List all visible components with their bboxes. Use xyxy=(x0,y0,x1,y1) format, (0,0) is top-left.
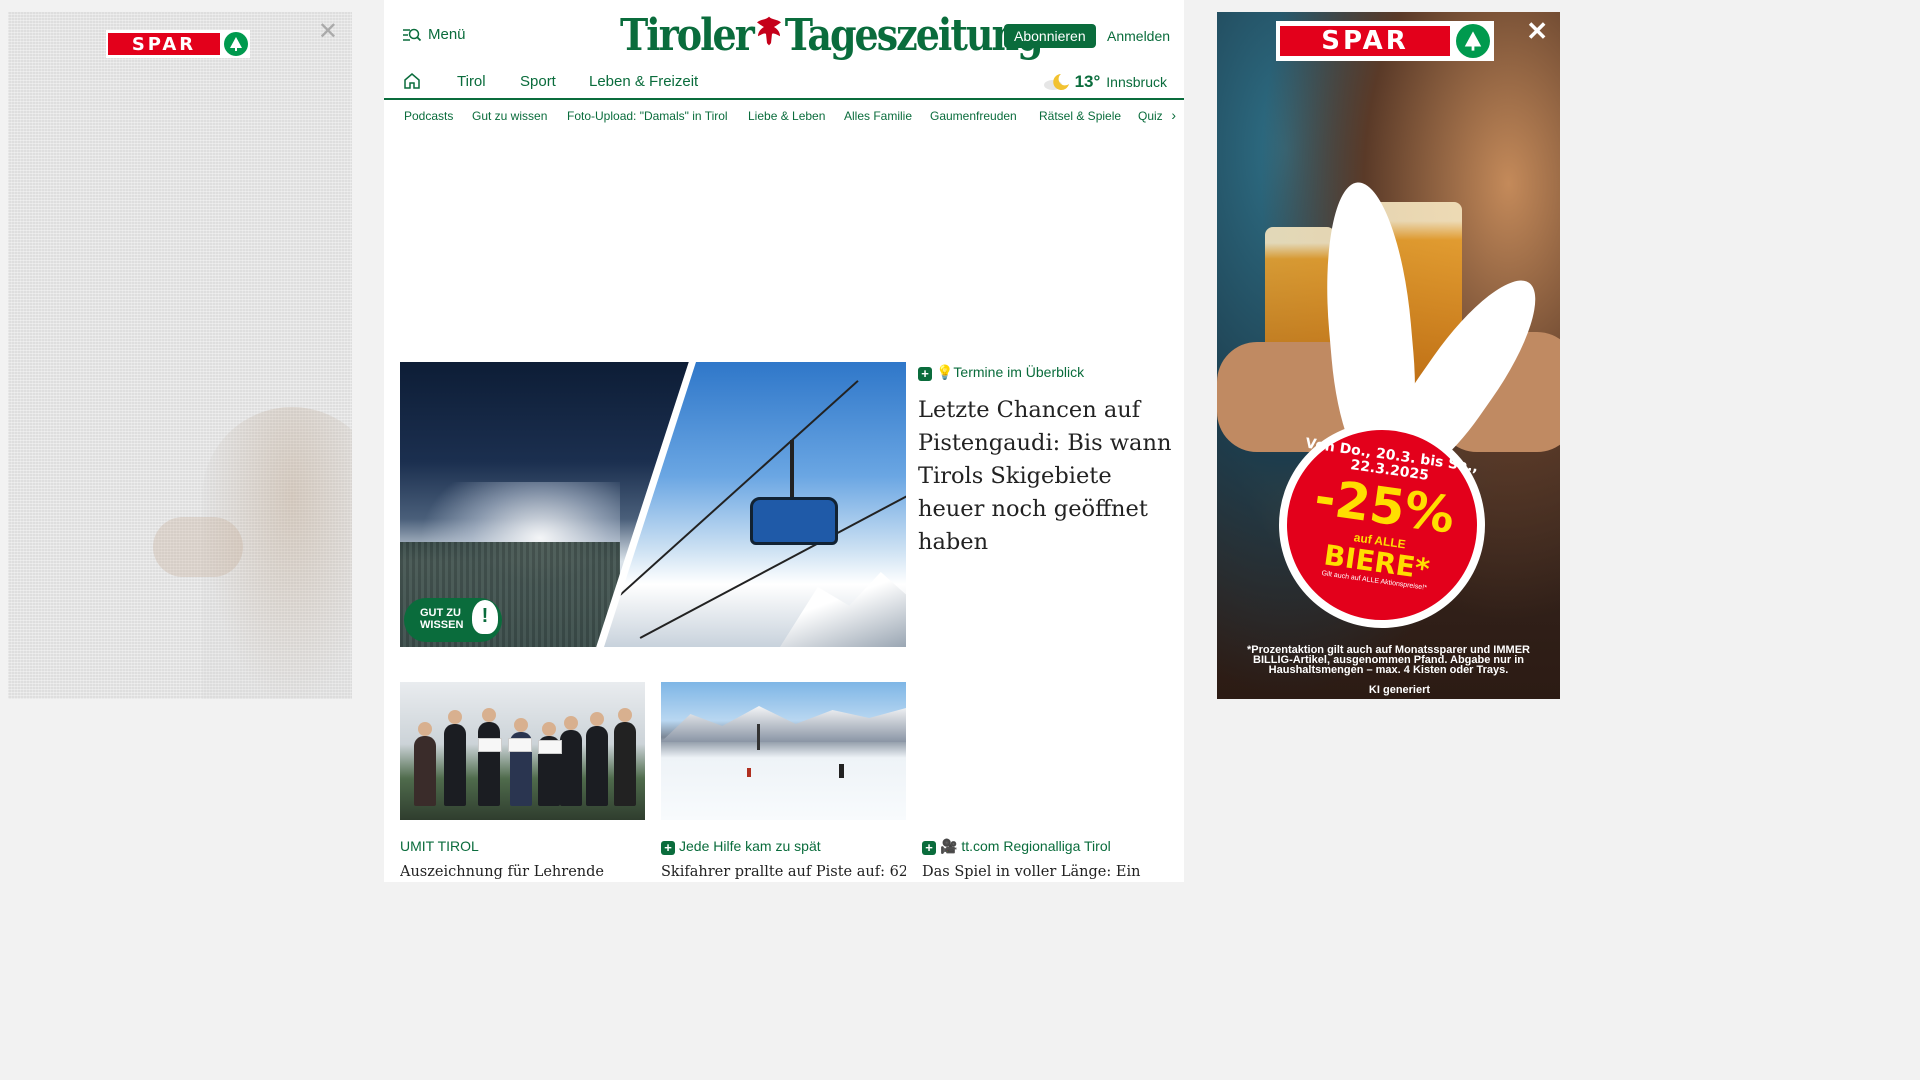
main-nav: Tirol Sport Leben & Freizeit 13° Innsbru… xyxy=(384,68,1184,100)
moon-cloud-icon xyxy=(1043,74,1069,90)
weather-city: Innsbruck xyxy=(1106,74,1167,90)
lightbulb-icon: ! xyxy=(472,600,498,634)
spar-brand-text: SPAR xyxy=(108,33,220,55)
menu-button[interactable]: Menü xyxy=(402,26,466,43)
weather-temperature: 13° xyxy=(1074,72,1101,91)
nav-item-leben-freizeit[interactable]: Leben & Freizeit xyxy=(589,73,698,90)
hero-image[interactable]: GUT ZU WISSEN ! xyxy=(400,362,906,647)
spar-brand-text: SPAR xyxy=(1280,26,1450,56)
menu-search-icon xyxy=(403,28,422,41)
spar-logo: SPAR xyxy=(1276,21,1494,61)
spar-logo: SPAR xyxy=(106,30,250,58)
card-title-1[interactable]: Auszeichnung für Lehrende xyxy=(400,864,645,880)
card-image-ski-slope[interactable] xyxy=(661,682,906,820)
card-kicker-3[interactable]: + 🎥 tt.com Regionalliga Tirol xyxy=(922,838,1111,855)
spar-tree-icon xyxy=(1456,24,1490,58)
card-image-award[interactable] xyxy=(400,682,645,820)
subnav-item-liebe-leben[interactable]: Liebe & Leben xyxy=(748,109,825,123)
header: Menü Tiroler Tageszeitung Abonnieren Anm… xyxy=(384,0,1184,68)
card-kicker-3-text: 🎥 tt.com Regionalliga Tirol xyxy=(940,838,1111,854)
left-ad-banner[interactable]: SPAR ✕ xyxy=(8,12,352,699)
subnav-item-quiz[interactable]: Quiz xyxy=(1138,109,1163,123)
subnav-item-raetsel-spiele[interactable]: Rätsel & Spiele xyxy=(1039,109,1121,123)
home-icon[interactable] xyxy=(403,72,421,95)
logo-text-left: Tiroler xyxy=(620,8,755,61)
card-kicker-1[interactable]: UMIT TIROL xyxy=(400,838,479,854)
premium-plus-icon: + xyxy=(661,841,675,855)
ad-background-hand xyxy=(153,517,243,577)
nav-item-sport[interactable]: Sport xyxy=(520,73,556,90)
ai-generated-label: KI generiert xyxy=(1368,684,1431,696)
premium-plus-icon: + xyxy=(922,841,936,855)
weather-widget[interactable]: 13° Innsbruck xyxy=(1043,72,1167,92)
card-title-3[interactable]: Das Spiel in voller Länge: Ein xyxy=(922,864,1172,880)
subnav-item-gaumenfreuden[interactable]: Gaumenfreuden xyxy=(930,109,1017,123)
subnav-item-podcasts[interactable]: Podcasts xyxy=(404,109,453,123)
chevron-right-icon[interactable]: › xyxy=(1171,107,1176,123)
chairlift-seat xyxy=(750,497,838,545)
subscribe-button[interactable]: Abonnieren xyxy=(1004,24,1096,48)
card-title-2[interactable]: Skifahrer prallte auf Piste auf: 62- xyxy=(661,864,906,880)
hero-kicker-text: 💡Termine im Überblick xyxy=(936,364,1085,380)
subnav-item-alles-familie[interactable]: Alles Familie xyxy=(844,109,912,123)
sub-nav: Podcasts Gut zu wissen Foto-Upload: "Dam… xyxy=(384,100,1184,132)
menu-label: Menü xyxy=(428,26,466,43)
site-logo[interactable]: Tiroler Tageszeitung xyxy=(620,8,1044,61)
hero-kicker[interactable]: + 💡Termine im Überblick xyxy=(918,364,1084,381)
subnav-item-foto-upload[interactable]: Foto-Upload: "Damals" in Tirol xyxy=(567,109,728,123)
card-kicker-2-text: Jede Hilfe kam zu spät xyxy=(679,838,821,854)
main-content: Menü Tiroler Tageszeitung Abonnieren Anm… xyxy=(384,0,1184,882)
close-ad-icon[interactable]: ✕ xyxy=(318,20,338,44)
subnav-item-gut-zu-wissen[interactable]: Gut zu wissen xyxy=(472,109,547,123)
spar-tree-icon xyxy=(224,32,248,56)
nav-item-tirol[interactable]: Tirol xyxy=(457,73,486,90)
hero-headline[interactable]: Letzte Chancen auf Pistengaudi: Bis wann… xyxy=(918,394,1172,559)
ad-fine-print: *Prozentaktion gilt auch auf Monatsspare… xyxy=(1247,644,1530,676)
card-kicker-2[interactable]: + Jede Hilfe kam zu spät xyxy=(661,838,821,855)
tyrolean-eagle-icon xyxy=(755,13,783,56)
promo-badge: Von Do., 20.3. bis Sa., 22.3.2025 -25% a… xyxy=(1265,408,1499,642)
login-link[interactable]: Anmelden xyxy=(1107,28,1170,44)
right-ad-banner[interactable]: SPAR ✕ Von Do., 20.3. bis Sa., 22.3.2025… xyxy=(1217,12,1560,699)
close-ad-icon[interactable]: ✕ xyxy=(1526,18,1548,44)
premium-plus-icon: + xyxy=(918,367,932,381)
